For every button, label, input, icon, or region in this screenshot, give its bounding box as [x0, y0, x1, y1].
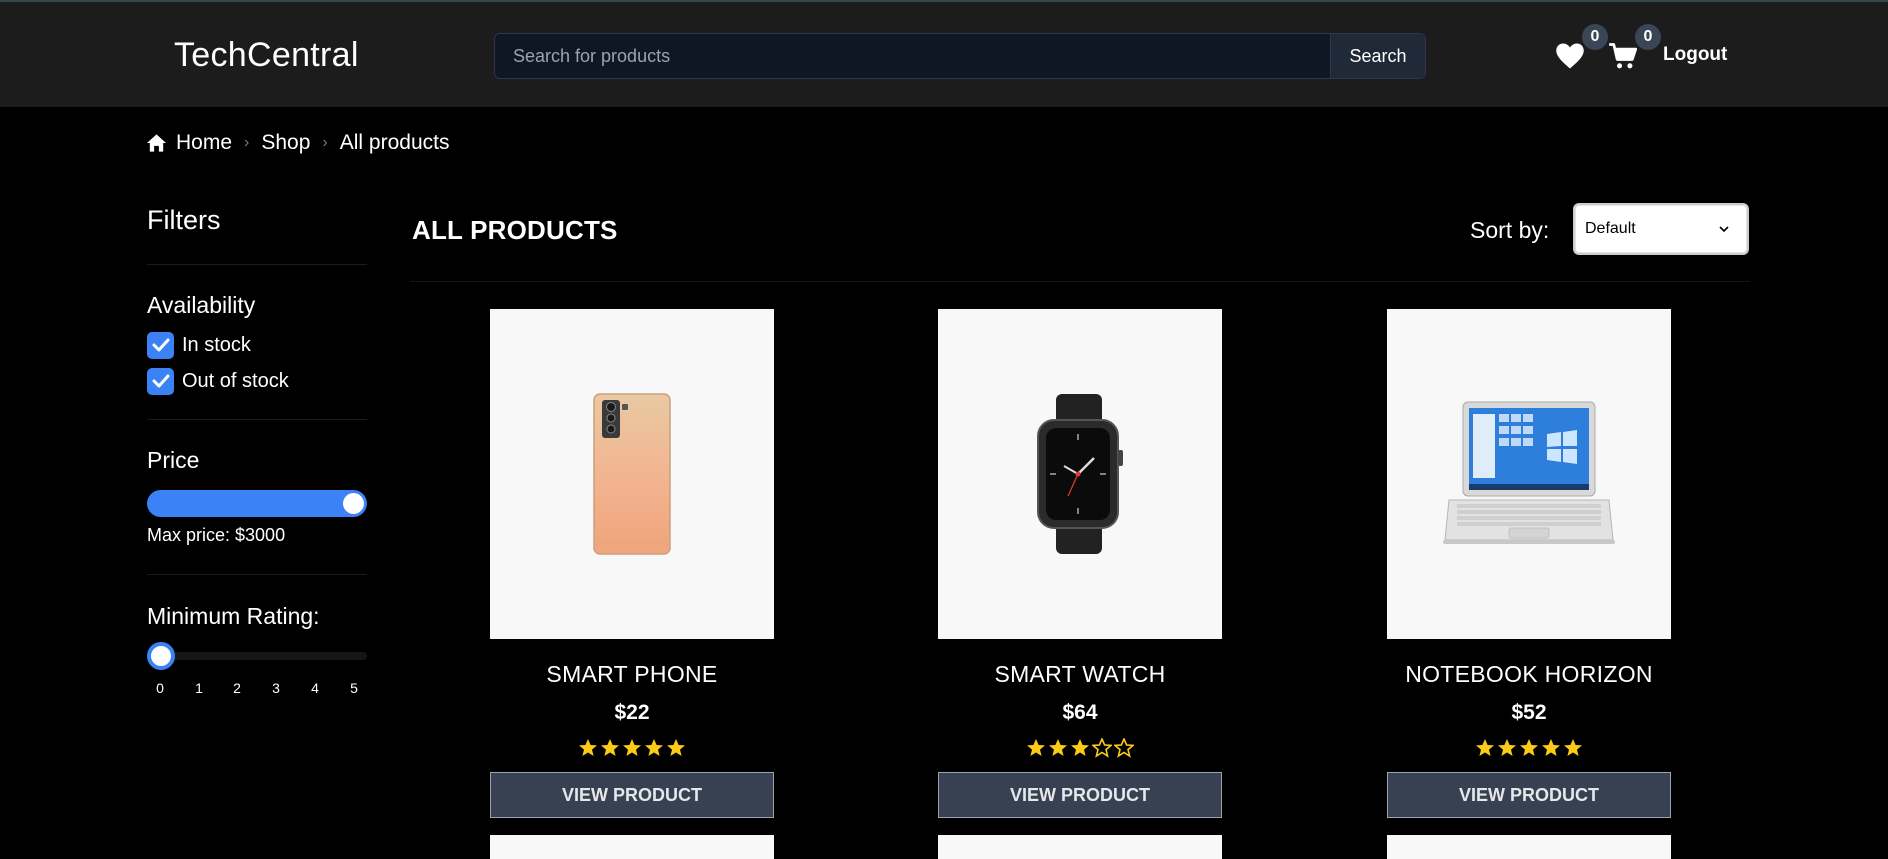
breadcrumb-current: All products: [339, 131, 450, 154]
view-product-button[interactable]: VIEW PRODUCT: [938, 772, 1222, 818]
smartphone-image: [593, 393, 671, 555]
search-button[interactable]: Search: [1330, 34, 1425, 78]
rating-tick: 2: [233, 680, 241, 696]
checkbox-in-stock[interactable]: [147, 331, 174, 359]
product-price: $52: [1511, 701, 1547, 724]
star-filled-icon: [1071, 739, 1089, 756]
star-filled-icon: [1049, 739, 1067, 756]
star-filled-icon: [579, 739, 597, 756]
site-logo[interactable]: TechCentral: [174, 36, 359, 75]
availability-in-stock[interactable]: In stock: [147, 327, 367, 363]
wishlist-count-badge: 0: [1582, 24, 1608, 50]
star-filled-icon: [623, 739, 641, 756]
sort-select[interactable]: Default: [1573, 203, 1749, 255]
divider: [147, 264, 367, 265]
star-filled-icon: [1542, 739, 1560, 756]
search-bar: Search: [494, 33, 1426, 79]
rating-tick: 3: [272, 680, 280, 696]
divider: [147, 419, 367, 420]
product-image[interactable]: [938, 309, 1222, 639]
checkmark-icon: [152, 338, 169, 352]
chevron-right-icon: ›: [322, 134, 328, 151]
breadcrumb: Home › Shop › All products: [146, 131, 449, 155]
product-card: SMART PHONE $22 VIEW PRODUCT: [490, 309, 774, 818]
in-stock-label: In stock: [182, 333, 251, 356]
availability-out-of-stock[interactable]: Out of stock: [147, 363, 367, 399]
filters-panel: Filters Availability In stock Out of sto…: [147, 205, 367, 700]
price-slider-thumb[interactable]: [343, 493, 364, 514]
sort-label: Sort by:: [1470, 217, 1550, 243]
sort-select-value: Default: [1585, 220, 1636, 237]
product-price: $64: [1062, 701, 1098, 724]
rating-slider-thumb[interactable]: [147, 642, 175, 670]
product-card: SMART WATCH $64 VIEW PRODUCT: [938, 309, 1222, 818]
logout-link[interactable]: Logout: [1663, 44, 1727, 66]
search-input[interactable]: [495, 34, 1330, 78]
rating-tick: 4: [311, 680, 319, 696]
product-name[interactable]: NOTEBOOK HORIZON: [1387, 661, 1671, 688]
product-card[interactable]: [490, 835, 774, 859]
filters-title: Filters: [147, 205, 221, 235]
top-header: TechCentral Search 0 0 Logout: [0, 0, 1888, 107]
star-filled-icon: [1564, 739, 1582, 756]
home-icon[interactable]: [146, 133, 167, 153]
product-card: NOTEBOOK HORIZON $52 VIEW PRODUCT: [1387, 309, 1671, 818]
cart-icon[interactable]: [1608, 42, 1638, 70]
max-price-label: Max price: $3000: [147, 525, 286, 545]
divider: [147, 574, 367, 575]
breadcrumb-home[interactable]: Home: [176, 131, 232, 155]
rating-ticks: 0 1 2 3 4 5: [147, 680, 367, 700]
rating-tick: 1: [195, 680, 203, 696]
star-filled-icon: [601, 739, 619, 756]
out-of-stock-label: Out of stock: [182, 369, 289, 392]
product-rating: [1387, 738, 1671, 760]
checkbox-out-of-stock[interactable]: [147, 367, 174, 395]
heart-icon[interactable]: [1555, 42, 1585, 70]
min-rating-title: Minimum Rating:: [147, 603, 320, 629]
star-empty-icon: [1114, 738, 1134, 758]
rating-slider[interactable]: [147, 642, 367, 670]
star-filled-icon: [645, 739, 663, 756]
star-filled-icon: [1498, 739, 1516, 756]
product-card[interactable]: [1387, 835, 1671, 859]
star-filled-icon: [1520, 739, 1538, 756]
product-rating: [490, 738, 774, 760]
product-image[interactable]: [490, 309, 774, 639]
availability-title: Availability: [147, 292, 256, 318]
star-filled-icon: [667, 739, 685, 756]
star-empty-icon: [1092, 738, 1112, 758]
product-rating: [938, 738, 1222, 760]
view-product-button[interactable]: VIEW PRODUCT: [1387, 772, 1671, 818]
rating-tick: 5: [350, 680, 358, 696]
cart-count-badge: 0: [1635, 24, 1661, 50]
chevron-right-icon: ›: [244, 134, 250, 151]
price-slider[interactable]: [147, 490, 367, 517]
star-filled-icon: [1476, 739, 1494, 756]
product-price: $22: [614, 701, 650, 724]
laptop-image: [1443, 401, 1615, 544]
star-filled-icon: [1027, 739, 1045, 756]
divider: [410, 281, 1750, 282]
view-product-button[interactable]: VIEW PRODUCT: [490, 772, 774, 818]
product-name[interactable]: SMART WATCH: [938, 661, 1222, 688]
chevron-down-icon: [1719, 226, 1729, 233]
product-image[interactable]: [1387, 309, 1671, 639]
breadcrumb-shop[interactable]: Shop: [261, 131, 310, 155]
rating-tick: 0: [156, 680, 164, 696]
page-title: ALL PRODUCTS: [412, 215, 618, 245]
product-name[interactable]: SMART PHONE: [490, 661, 774, 688]
product-card[interactable]: [938, 835, 1222, 859]
checkmark-icon: [152, 374, 169, 388]
price-title: Price: [147, 447, 200, 473]
smartwatch-image: [1037, 394, 1123, 554]
